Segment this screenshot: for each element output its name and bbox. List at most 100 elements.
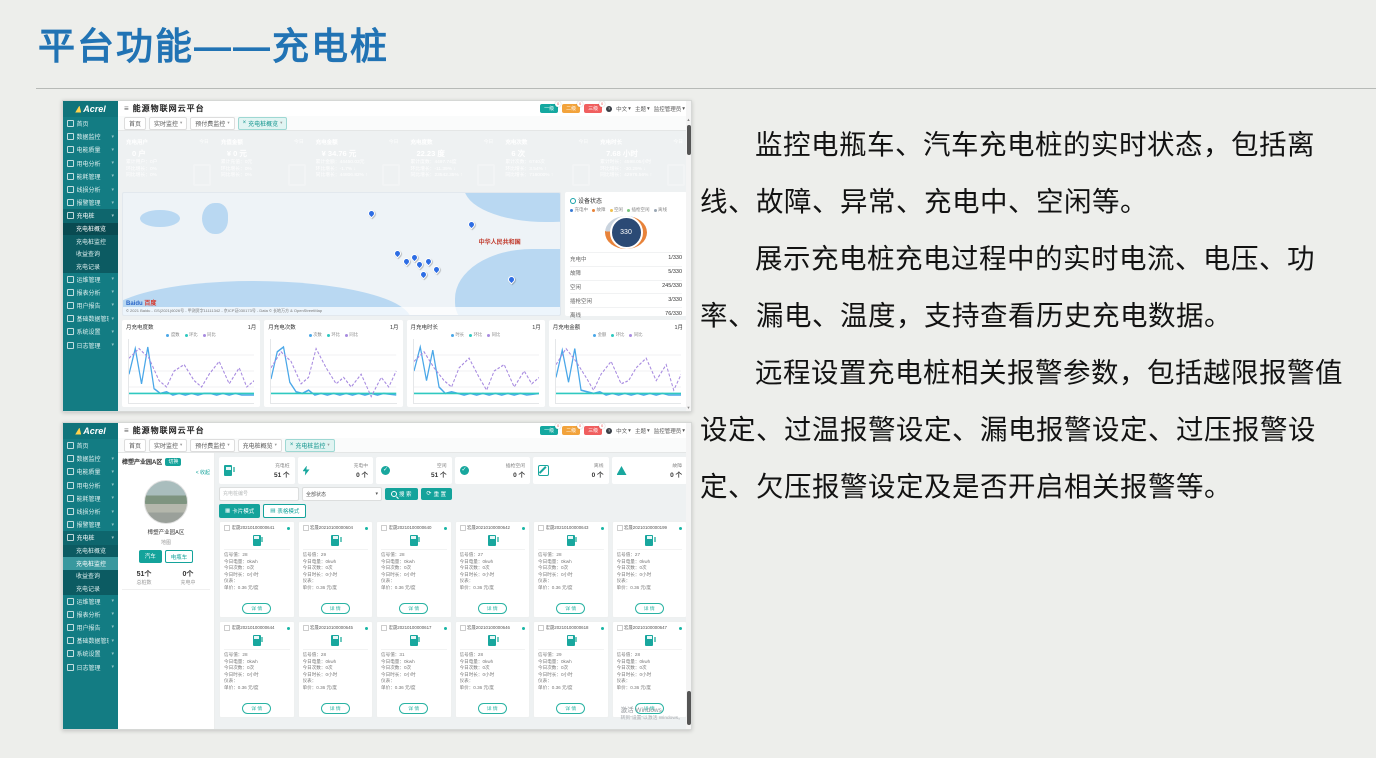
legend-item[interactable]: 环比 [611,332,624,338]
detail-button[interactable]: 详 情 [556,703,585,714]
detail-button[interactable]: 详 情 [242,703,271,714]
charger-card[interactable]: 宏晟20210100000647 信号值：28 今日电量：0kwh 今日次数：0… [612,621,688,718]
detail-button[interactable]: 详 情 [635,703,664,714]
detail-button[interactable]: 详 情 [478,603,507,614]
sidebar-item[interactable]: 电能质量 ▾ [63,143,118,156]
scroll-up-icon[interactable]: ▲ [686,117,691,122]
reset-button[interactable]: ⟳ 重 置 [421,488,453,500]
legend-item[interactable]: 充电中 [570,207,588,213]
close-icon[interactable]: × [290,442,294,448]
sidebar-item[interactable]: 数据监控 ▾ [63,452,118,465]
chart-period[interactable]: 1月 [532,323,541,331]
sidebar-item[interactable]: 线损分析 ▾ [63,183,118,196]
sidebar-item[interactable]: 电能质量 ▾ [63,465,118,478]
theme-select[interactable]: 主题▾ [635,105,650,113]
detail-button[interactable]: 详 情 [399,603,428,614]
map-pin[interactable] [423,256,433,266]
stat-card[interactable]: 充电金额 今日 ¥ 34.76 元 累计金额：44450.03元 环比增长：-1… [312,135,403,188]
user-menu[interactable]: 监控管理员▾ [654,105,685,113]
map-pin[interactable] [467,220,477,230]
legend-item[interactable]: 环比 [327,332,340,338]
legend-item[interactable]: 次数 [309,332,322,338]
sidebar-subitem[interactable]: 充电记录 [63,260,118,273]
hamburger-icon[interactable]: ≡ [124,104,129,113]
sidebar-item[interactable]: 首页 ▾ [63,439,118,452]
station-map[interactable]: 中华人民共和国 Baidu 百度 © 2021 Baidu - GS(2021)… [122,192,561,316]
detail-button[interactable]: 详 情 [635,603,664,614]
tab-realtime[interactable]: 实时监控▾ [149,117,187,130]
tab-home[interactable]: 首页 [124,439,146,452]
legend-item[interactable]: 离线 [654,207,668,213]
charger-card[interactable]: 宏晟20210100000617 信号值：31 今日电量：0kwh 今日次数：0… [376,621,452,718]
hamburger-icon[interactable]: ≡ [124,426,129,435]
summary-tile[interactable]: 故障0 个 [612,457,688,484]
detail-button[interactable]: 详 情 [478,703,507,714]
sidebar-subitem[interactable]: 收益查询 [63,570,118,583]
map-pin[interactable] [432,265,442,275]
sidebar-item[interactable]: 首页 ▾ [63,117,118,130]
legend-item[interactable]: 环比 [185,332,198,338]
chart-period[interactable]: 1月 [674,323,683,331]
sidebar-item[interactable]: 用户报告 ▾ [63,299,118,312]
legend-item[interactable]: 同比 [629,332,642,338]
legend-item[interactable]: 同比 [345,332,358,338]
sidebar-item[interactable]: 能耗管理 ▾ [63,492,118,505]
scroll-down-icon[interactable]: ▼ [686,405,691,410]
help-icon[interactable]: ? [606,106,612,112]
theme-select[interactable]: 主题▾ [635,427,650,435]
close-icon[interactable]: × [243,120,247,126]
search-button[interactable]: 搜 索 [385,488,418,500]
alarm-badge-level3[interactable]: 三级0 [584,426,602,435]
tab-charger-overview[interactable]: 充电桩概览▾ [238,439,282,452]
legend-item[interactable]: 故障 [592,207,606,213]
switch-station-button[interactable]: 切换 [165,458,181,466]
legend-item[interactable]: 同比 [203,332,216,338]
charger-card[interactable]: 宏晟20210100000199 信号值：27 今日电量：0kwh 今日次数：0… [612,521,688,618]
sidebar-item[interactable]: 报表分析 ▾ [63,608,118,621]
detail-button[interactable]: 详 情 [321,703,350,714]
charger-card[interactable]: 宏晟20210100000640 信号值：28 今日电量：0kwh 今日次数：0… [376,521,452,618]
sidebar-subitem[interactable]: 充电桩监控 [63,557,118,570]
legend-item[interactable]: 环比 [469,332,482,338]
table-mode-button[interactable]: ▤ 表格模式 [263,504,306,518]
detail-button[interactable]: 详 情 [556,603,585,614]
alarm-badge-level3[interactable]: 三级0 [584,104,602,113]
charger-card[interactable]: 宏晟20210100000618 信号值：29 今日电量：0kwh 今日次数：0… [533,621,609,718]
scrollbar[interactable] [686,423,691,729]
status-select[interactable]: 全部状态▾ [302,487,382,501]
stat-card[interactable]: 充电时长 今日 7.68 小时 累计时长：4598.05小时 环比增长：-30.… [596,135,687,188]
sidebar-item[interactable]: 用电分析 ▾ [63,157,118,170]
alarm-badge-level1[interactable]: 一级0 [540,426,558,435]
alarm-badge-level2[interactable]: 二级0 [562,426,580,435]
sidebar-item[interactable]: 报警管理 ▾ [63,518,118,531]
stat-card[interactable]: 充电度数 今日 22.23 度 累计度数：4497.74度 环比增长：-11.3… [406,135,497,188]
sidebar-subitem[interactable]: 充电桩概览 [63,223,118,236]
card-mode-button[interactable]: ▦ 卡片模式 [219,504,260,518]
collapse-link[interactable]: < 收起 [122,469,210,476]
sidebar-item[interactable]: 能耗管理 ▾ [63,170,118,183]
station-map-link[interactable]: 地图 [122,539,210,546]
stat-card[interactable]: 充电用户 今日 0 户 累计用户：0户 环比增长：0% 同比增长：0% [122,135,213,188]
charger-card[interactable]: 宏晟20210100000643 信号值：28 今日电量：0kwh 今日次数：0… [533,521,609,618]
legend-item[interactable]: 空闲 [610,207,624,213]
map-pin[interactable] [419,270,429,280]
sidebar-item[interactable]: 基础数据管理 ▾ [63,312,118,325]
legend-item[interactable]: 度数 [166,332,179,338]
sidebar-item[interactable]: 运维管理 ▾ [63,273,118,286]
charger-card[interactable]: 宏晟20210100000644 信号值：28 今日电量：0kwh 今日次数：0… [219,621,295,718]
language-select[interactable]: 中文▾ [616,105,631,113]
legend-item[interactable]: 插枪空闲 [627,207,650,213]
map-pin[interactable] [392,249,402,259]
sidebar-item[interactable]: 系统设置 ▾ [63,647,118,660]
scroll-thumb[interactable] [687,125,691,155]
car-filter-button[interactable]: 汽车 [139,550,162,563]
sidebar-item[interactable]: 充电桩 ▾ [63,209,118,222]
chart-period[interactable]: 1月 [390,323,399,331]
summary-tile[interactable]: 离线0 个 [533,457,609,484]
scrollbar[interactable]: ▲ ▼ [686,101,691,411]
sidebar-subitem[interactable]: 充电桩监控 [63,235,118,248]
chart-period[interactable]: 1月 [248,323,257,331]
charger-card[interactable]: 宏晟20210100000645 信号值：28 今日电量：0kwh 今日次数：0… [298,621,374,718]
stat-card[interactable]: 充值金额 今日 ¥ 0 元 累计充值：0元 环比增长：0% 同比增长：0% [217,135,308,188]
sidebar-item[interactable]: 线损分析 ▾ [63,505,118,518]
